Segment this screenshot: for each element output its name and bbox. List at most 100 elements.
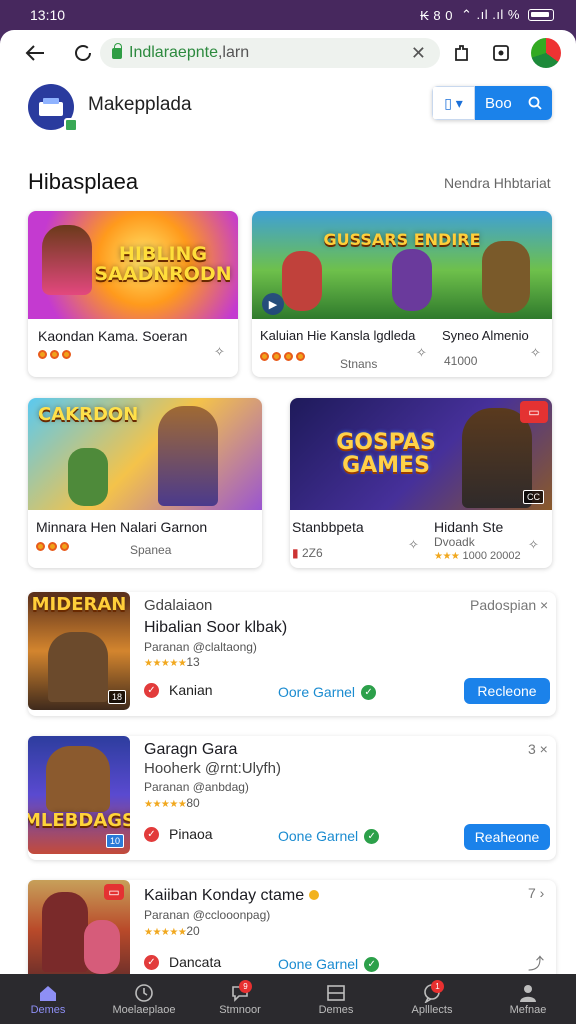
card-subtitle-secondary: Dvoadk — [434, 535, 475, 549]
game-thumbnail: MIDERAN 18 — [28, 592, 130, 710]
nav-marketplace[interactable]: Moelaeplaoe — [96, 974, 192, 1024]
battery-icon — [528, 9, 554, 21]
coin-icon — [308, 890, 319, 900]
pin-icon[interactable]: ✧ — [416, 345, 427, 361]
grid-icon — [326, 982, 346, 1004]
rating-stars: ★★★★★80 — [144, 796, 200, 810]
profile-avatar[interactable] — [531, 38, 561, 68]
app-name: Makepplada — [88, 94, 192, 115]
open-game-link[interactable]: Oore Garnel ✓ — [278, 684, 377, 700]
featured-card[interactable]: GUSSARS ENDIRE ▶ Kaluian Hie Kansla lgdl… — [252, 211, 552, 377]
card-subtitle: Stnans — [340, 357, 378, 371]
search-button[interactable]: Boo — [475, 86, 552, 120]
check-icon: ✓ — [144, 682, 159, 698]
list-item-subtitle: Paranan @cclooonpag) — [144, 908, 271, 922]
open-game-link[interactable]: Oone Garnel ✓ — [278, 956, 380, 972]
check-icon: ✓ — [364, 828, 380, 844]
action-button[interactable]: Reaheone — [464, 824, 550, 850]
open-game-link[interactable]: Oone Garnel ✓ — [278, 828, 380, 844]
card-title: Minnara Hen Nalari Garnon — [36, 519, 208, 535]
rating-stars: ★★★ 1000 20002 — [434, 550, 521, 562]
list-item-tag: ✓ Kanian — [144, 682, 213, 698]
person-icon — [518, 982, 538, 1004]
featured-card[interactable]: HIBLING SAADNRODN Kaondan Kama. Soeran ✧ — [28, 211, 238, 377]
game-thumbnail: GUSSARS ENDIRE — [252, 211, 552, 319]
notification-badge: 1 — [431, 980, 444, 993]
list-item-tag: ✓ Dancata — [144, 954, 221, 970]
list-item-subtitle: Paranan @claltaong) — [144, 640, 257, 654]
lock-icon — [112, 42, 122, 59]
app-screen: Indlaraepnte,larn ✕ Makepplada ▯ ▾ Boo H… — [0, 30, 576, 974]
header-actions: ▯ ▾ Boo — [432, 86, 552, 120]
rating-dots — [36, 542, 69, 551]
media-chip: 18 — [107, 690, 126, 704]
check-icon: ✓ — [364, 956, 380, 972]
list-item[interactable]: MLEBDAGS 10 Garagn Gara Hooherk @rnt:Uly… — [28, 736, 556, 860]
bookmark-dropdown-icon[interactable]: ▯ ▾ — [432, 86, 475, 120]
nav-chat[interactable]: 9 Stmnoor — [192, 974, 288, 1024]
list-item-title: Hibalian Soor klbak) — [144, 619, 288, 636]
pin-icon[interactable]: ✧ — [528, 537, 539, 553]
card-subtitle-secondary: 41000 — [444, 354, 478, 368]
action-button[interactable]: Recleone — [464, 678, 550, 704]
list-item-title: Kaiiban Konday ctame — [144, 887, 319, 905]
card-title: Kaluian Hie Kansla lgdleda — [260, 328, 416, 343]
list-item-tag: ✓ Pinaoa — [144, 826, 213, 842]
card-title-secondary: Syneo Almenio — [442, 328, 529, 343]
nav-profile[interactable]: Mefnae — [480, 974, 576, 1024]
nav-games[interactable]: Demes — [288, 974, 384, 1024]
list-item-subtitle-line: Hooherk @rnt:Ulyfh) — [144, 760, 281, 777]
home-icon — [38, 982, 58, 1004]
play-icon[interactable]: ▶ — [262, 293, 284, 315]
card-subtitle: Spanea — [130, 543, 172, 557]
check-icon: ✓ — [144, 954, 159, 970]
extension-icon[interactable] — [448, 40, 474, 66]
game-thumbnail: ▭ — [28, 880, 130, 974]
status-bar: 13:10 ₭ 8 0 ⌃ .ıl .ıl % — [0, 0, 576, 30]
list-item-title: Garagn Gara — [144, 741, 238, 758]
card-title: Kaondan Kama. Soeran — [38, 328, 188, 344]
game-thumbnail: GOSPAS GAMES — [290, 398, 552, 510]
rating-stars: ★★★★★20 — [144, 924, 200, 938]
reload-icon[interactable] — [70, 40, 96, 66]
featured-card[interactable]: GOSPAS GAMES ▭ CC Stanbbpeta Hidanh Ste … — [290, 398, 552, 568]
list-item-meta[interactable]: Padospian × — [470, 597, 548, 613]
url-bar[interactable]: Indlaraepnte,larn ✕ — [100, 38, 440, 68]
nav-messages[interactable]: 1 Aplllects — [384, 974, 480, 1024]
share-icon[interactable]: ⤴ — [528, 950, 544, 974]
pin-icon[interactable]: ✧ — [214, 344, 225, 360]
card-title-secondary: Hidanh Ste — [434, 519, 504, 535]
section-link[interactable]: Nendra Hhbtariat — [444, 175, 551, 191]
status-indicators: ₭ 8 0 ⌃ .ıl .ıl % — [420, 7, 554, 23]
clock-icon — [134, 982, 154, 1004]
browser-toolbar: Indlaraepnte,larn ✕ — [0, 30, 576, 78]
tabs-icon[interactable] — [488, 40, 514, 66]
list-item-subtitle: Paranan @anbdag) — [144, 780, 249, 794]
featured-card[interactable]: CAKRDON Minnara Hen Nalari Garnon Spanea — [28, 398, 262, 568]
list-item[interactable]: ▭ Kaiiban Konday ctame Paranan @cclooonp… — [28, 880, 556, 974]
media-chip: 10 — [105, 834, 124, 848]
bookmark-badge-icon: ▭ — [104, 884, 124, 900]
back-arrow-icon[interactable] — [22, 40, 48, 66]
list-item-meta[interactable]: 3 × — [528, 741, 548, 757]
check-icon: ✓ — [144, 826, 159, 842]
rating-stars: ★★★★★13 — [144, 655, 200, 669]
list-item[interactable]: MIDERAN 18 Gdalaiaon Hibalian Soor klbak… — [28, 592, 556, 716]
rating-dots — [38, 350, 71, 359]
media-chip: CC — [523, 490, 544, 504]
clear-url-icon[interactable]: ✕ — [411, 43, 426, 64]
list-item-meta[interactable]: 7 › — [528, 885, 544, 901]
nav-home[interactable]: Demes — [0, 974, 96, 1024]
bottom-nav: Demes Moelaeplaoe 9 Stmnoor Demes 1 Apll… — [0, 974, 576, 1024]
notification-badge: 9 — [239, 980, 252, 993]
search-icon — [528, 96, 542, 110]
rating-dots — [260, 352, 305, 361]
card-subtitle: ▮ 2Z6 — [292, 546, 323, 560]
list-item-category-title: Gdalaiaon — [144, 597, 213, 614]
section-title: Hibasplaea — [28, 169, 139, 194]
pin-icon[interactable]: ✧ — [530, 345, 541, 361]
pin-icon[interactable]: ✧ — [408, 537, 419, 553]
verified-badge-icon — [64, 118, 78, 132]
bookmark-badge-icon[interactable]: ▭ — [520, 401, 548, 423]
card-title: Stanbbpeta — [292, 519, 364, 535]
